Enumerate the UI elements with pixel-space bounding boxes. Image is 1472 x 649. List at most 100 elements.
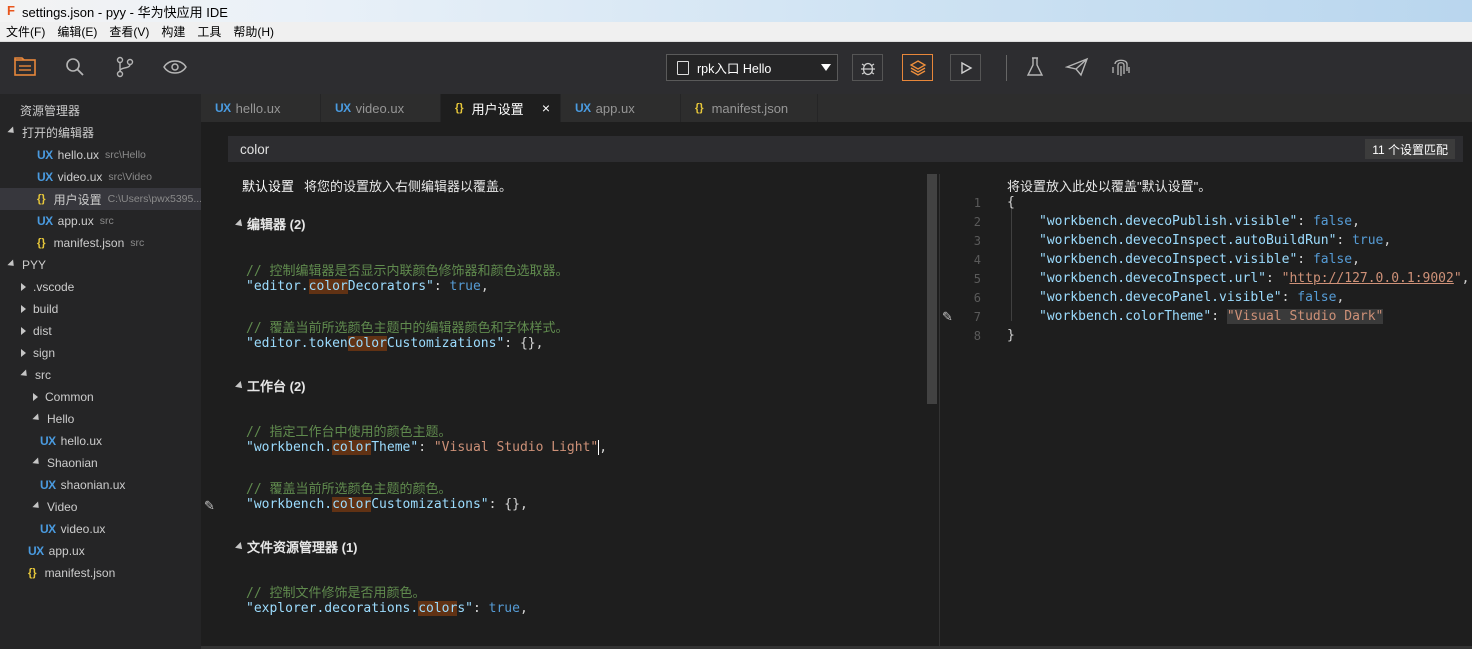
tree-label: dist [33, 324, 52, 338]
menu-help[interactable]: 帮助(H) [233, 23, 274, 40]
open-editors-title: 打开的编辑器 [22, 125, 95, 140]
tab-user-settings[interactable]: {} 用户设置 × [441, 94, 561, 122]
open-editor-path: src\Hello [105, 149, 146, 161]
tree-folder[interactable]: Common [0, 386, 201, 408]
open-editor-item[interactable]: UX app.ux src [0, 210, 201, 232]
user-setting-line[interactable]: "workbench.devecoPanel.visible": false, [1007, 290, 1344, 305]
tree-label: sign [33, 346, 56, 360]
app-logo-icon: F [7, 3, 15, 18]
search-icon[interactable] [62, 54, 88, 80]
setting-comment: // 覆盖当前所选颜色主题中的编辑器颜色和字体样式。 [246, 321, 569, 336]
open-editor-name: 用户设置 [53, 192, 102, 207]
tree-file[interactable]: {} manifest.json [0, 562, 201, 584]
send-icon[interactable] [1064, 54, 1090, 80]
json-file-icon: {} [695, 102, 704, 114]
edit-pencil-icon[interactable]: ✎ [204, 498, 215, 514]
setting-line[interactable]: "editor.tokenColorCustomizations": {}, [246, 336, 543, 351]
ux-file-icon: UX [37, 148, 53, 162]
close-window-button[interactable] [1444, 0, 1472, 20]
open-editors-header[interactable]: 打开的编辑器 [0, 121, 201, 143]
tab-video-ux[interactable]: UX video.ux [321, 94, 441, 122]
setting-line[interactable]: "workbench.colorCustomizations": {}, [246, 497, 528, 512]
section-editor[interactable]: 编辑器 (2) [235, 214, 306, 233]
title-bar: F settings.json - pyy - 华为快应用 IDE [0, 0, 1472, 22]
scrollbar-thumb[interactable] [927, 174, 937, 404]
tree-folder[interactable]: .vscode [0, 276, 201, 298]
setting-comment: // 控制编辑器是否显示内联颜色修饰器和颜色选取器。 [246, 264, 569, 279]
tree-folder[interactable]: Shaonian [0, 452, 201, 474]
tree-label: hello.ux [60, 434, 103, 448]
section-title: 编辑器 (2) [247, 217, 306, 232]
tree-folder[interactable]: sign [0, 342, 201, 364]
line-number: 6 [973, 291, 981, 305]
setting-line[interactable]: "explorer.decorations.colors": true, [246, 601, 528, 616]
debug-button[interactable] [852, 54, 883, 81]
open-editor-item-active[interactable]: {} 用户设置 C:\Users\pwx5395... [0, 188, 202, 210]
line-number: 2 [973, 215, 981, 229]
explorer-icon[interactable] [12, 54, 38, 80]
open-editor-name: manifest.json [53, 236, 125, 250]
chevron-down-icon [32, 412, 42, 423]
open-editor-item[interactable]: UX video.ux src\Video [0, 166, 201, 188]
user-setting-line[interactable]: "workbench.devecoPublish.visible": false… [1007, 214, 1360, 229]
url-link[interactable]: http://127.0.0.1:9002 [1289, 271, 1453, 286]
tab-manifest-json[interactable]: {} manifest.json [681, 94, 818, 122]
menu-build[interactable]: 构建 [161, 23, 185, 40]
tree-file[interactable]: UX app.ux [0, 540, 201, 562]
tree-label: app.ux [48, 544, 85, 558]
tab-hello-ux[interactable]: UX hello.ux [201, 94, 321, 122]
setting-comment: // 控制文件修饰是否用颜色。 [246, 586, 426, 601]
chevron-right-icon [21, 305, 26, 313]
json-file-icon: {} [455, 102, 464, 114]
vertical-scrollbar[interactable] [925, 174, 939, 649]
user-setting-line[interactable]: "workbench.devecoInspect.visible": false… [1007, 252, 1360, 267]
build-button[interactable] [902, 54, 933, 81]
match-count-badge: 11 个设置匹配 [1365, 139, 1455, 159]
section-workbench[interactable]: 工作台 (2) [235, 376, 306, 395]
eye-icon[interactable] [162, 54, 188, 80]
setting-line[interactable]: "workbench.colorTheme": "Visual Studio L… [246, 440, 607, 455]
tree-folder[interactable]: src [0, 364, 201, 386]
default-settings-header: 默认设置 将您的设置放入右侧编辑器以覆盖。 [242, 176, 512, 195]
run-button[interactable] [950, 54, 981, 81]
tree-folder[interactable]: Video [0, 496, 201, 518]
tab-label: manifest.json [711, 100, 789, 116]
user-setting-line[interactable]: "workbench.devecoInspect.autoBuildRun": … [1007, 233, 1391, 248]
tab-app-ux[interactable]: UX app.ux [561, 94, 681, 122]
setting-comment: // 指定工作台中使用的颜色主题。 [246, 425, 452, 440]
user-setting-line[interactable]: "workbench.colorTheme": "Visual Studio D… [1007, 309, 1384, 324]
tree-folder[interactable]: Hello [0, 408, 201, 430]
menu-tools[interactable]: 工具 [197, 23, 221, 40]
menu-edit[interactable]: 编辑(E) [57, 23, 97, 40]
ux-file-icon: UX [575, 101, 591, 115]
tree-file[interactable]: UX video.ux [0, 518, 201, 540]
chevron-down-icon [821, 64, 831, 71]
tree-folder[interactable]: build [0, 298, 201, 320]
source-control-icon[interactable] [112, 54, 138, 80]
settings-search-input[interactable]: color 11 个设置匹配 [228, 136, 1463, 162]
open-editor-name: video.ux [57, 170, 103, 184]
menu-file[interactable]: 文件(F) [6, 23, 45, 40]
minimize-button[interactable] [1388, 0, 1416, 20]
flask-icon[interactable] [1022, 54, 1048, 80]
section-file-explorer[interactable]: 文件资源管理器 (1) [235, 537, 358, 556]
user-setting-line[interactable]: "workbench.devecoInspect.url": "http://1… [1007, 271, 1470, 286]
tree-file[interactable]: UX shaonian.ux [0, 474, 201, 496]
open-editor-item[interactable]: UX hello.ux src\Hello [0, 144, 201, 166]
fingerprint-icon[interactable] [1108, 54, 1134, 80]
json-file-icon: {} [37, 237, 46, 249]
tab-label: 用户设置 [471, 101, 524, 117]
open-editor-item[interactable]: {} manifest.json src [0, 232, 201, 254]
close-icon[interactable]: × [542, 100, 550, 116]
setting-line[interactable]: "editor.colorDecorators": true, [246, 279, 489, 294]
maximize-button[interactable] [1416, 0, 1444, 20]
tree-folder[interactable]: dist [0, 320, 201, 342]
tree-file[interactable]: UX hello.ux [0, 430, 201, 452]
tree-label: .vscode [33, 280, 75, 294]
line-number: 5 [973, 272, 981, 286]
project-header[interactable]: PYY [0, 254, 201, 276]
run-target-select[interactable]: rpk入口 Hello [666, 54, 838, 81]
section-title: 工作台 (2) [247, 379, 306, 394]
menu-view[interactable]: 查看(V) [109, 23, 149, 40]
tree-label: shaonian.ux [60, 478, 126, 492]
